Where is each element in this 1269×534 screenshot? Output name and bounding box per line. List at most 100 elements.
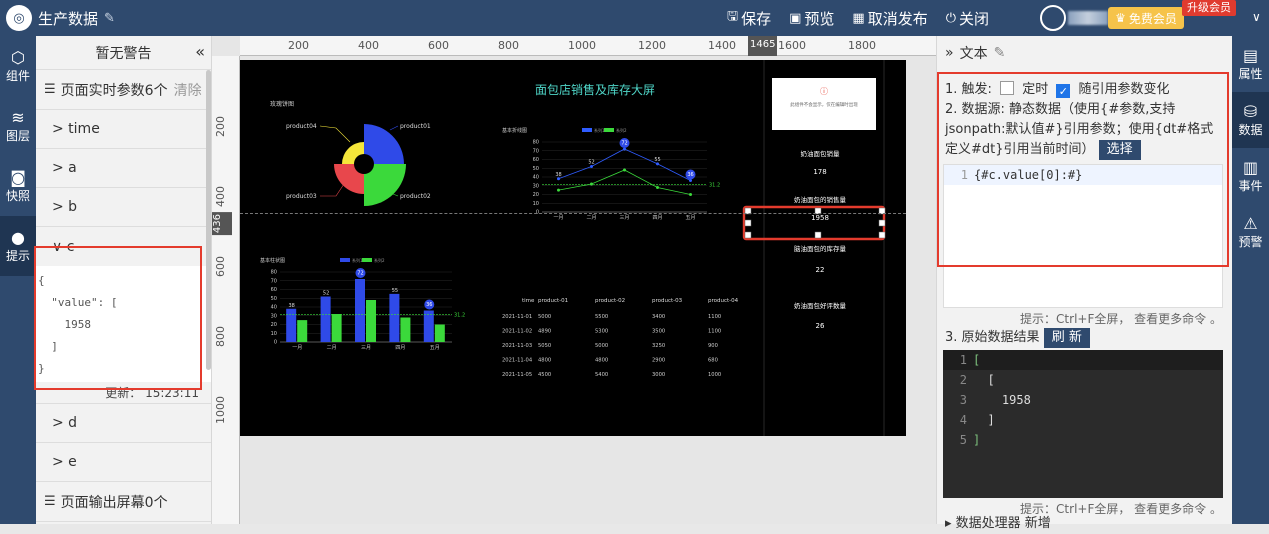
table-cell: 1100 xyxy=(708,314,721,320)
result-row: 3. 原始数据结果 刷 新 xyxy=(937,328,1098,348)
bar xyxy=(331,314,342,342)
output-section[interactable]: ☰ 页面输出屏幕0个 xyxy=(36,482,211,522)
design-stage[interactable]: 面包店销售及库存大屏 玫瑰饼图 product01 product02 product0… xyxy=(240,60,906,436)
ruler-top-label: 1400 xyxy=(708,39,736,52)
param-item[interactable]: > time xyxy=(36,110,211,149)
table-cell: 680 xyxy=(708,358,718,364)
realtime-params-label: 页面实时参数6个 xyxy=(60,82,168,99)
data-label: 38 xyxy=(289,303,295,309)
table-cell: 5400 xyxy=(595,372,608,378)
table-header: product-02 xyxy=(595,298,625,304)
legend-swatch xyxy=(582,128,592,132)
param-item[interactable]: > e xyxy=(36,443,211,482)
toolbar-button-1[interactable]: ▣ 预览 xyxy=(789,8,834,29)
left-rail-item-0[interactable]: ⬡ 组件 xyxy=(0,36,36,96)
timer-checkbox[interactable] xyxy=(1000,81,1015,95)
ruler-top-label: 600 xyxy=(428,39,449,52)
toolbar-button-2[interactable]: ▦ 取消发布 xyxy=(852,8,927,29)
select-button[interactable]: 选择 xyxy=(1098,140,1141,160)
right-rail: ▤ 属性 ⛁ 数据 ▥ 事件 ⚠ 预警 xyxy=(1232,36,1269,524)
realtime-params-section[interactable]: ☰ 页面实时参数6个 清除 xyxy=(36,70,211,110)
result-line: 4 ] xyxy=(943,410,1223,430)
toolbar-button-3[interactable]: ⏻ 关闭 xyxy=(946,8,989,29)
clear-button[interactable]: 清除 xyxy=(174,80,202,100)
param-item[interactable]: > a xyxy=(36,149,211,188)
table-cell: 4800 xyxy=(538,358,551,364)
result-text: 1958 xyxy=(973,393,1031,407)
refresh-button[interactable]: 刷 新 xyxy=(1043,328,1090,348)
pie-label: product03 xyxy=(286,193,317,200)
result-label: 3. 原始数据结果 xyxy=(945,330,1040,345)
stage-graphics[interactable]: 面包店销售及库存大屏玫瑰饼图 product01 product02 product0… xyxy=(240,60,906,436)
right-rail-item-0[interactable]: ▤ 属性 xyxy=(1232,36,1269,92)
line-number: 3 xyxy=(959,393,967,407)
right-rail-item-2[interactable]: ▥ 事件 xyxy=(1232,148,1269,204)
rail-icon: ▤ xyxy=(1242,45,1259,65)
save-icon: 🖫 xyxy=(727,9,739,24)
ruler-top-label: 1200 xyxy=(638,39,666,52)
bar xyxy=(354,279,365,342)
pie-label: product04 xyxy=(286,123,317,130)
param-item[interactable]: > d xyxy=(36,404,211,443)
warning-label: 暂无警告 xyxy=(95,45,152,62)
member-button[interactable]: ♛ 免费会员 xyxy=(1108,7,1184,29)
pie-label: product02 xyxy=(400,193,431,200)
processor-row[interactable]: ▸ 数据处理器 新增 xyxy=(937,514,1059,534)
data-label: 55 xyxy=(654,157,660,163)
legend-label: 系列1 xyxy=(352,257,363,263)
power-icon: ⏻ xyxy=(945,10,957,26)
param-item[interactable]: > b xyxy=(36,188,211,227)
left-rail-item-2[interactable]: ◙ 快照 xyxy=(0,156,36,216)
kpi-value: 22 xyxy=(816,266,825,274)
collapse-icon[interactable]: « xyxy=(195,42,205,61)
user-avatar-icon[interactable] xyxy=(1040,5,1066,31)
bar xyxy=(423,310,434,342)
param-c-json: { "value": [ 1958 ] } xyxy=(36,266,211,382)
chevron-down-icon[interactable]: ∨ xyxy=(1252,10,1261,24)
ruler-top-label: 800 xyxy=(498,39,519,52)
code-text: {#c.value[0]:#} xyxy=(974,168,1083,182)
toolbar-button-0[interactable]: 🖫 保存 xyxy=(727,7,771,29)
edit-icon[interactable]: ✎ xyxy=(994,45,1006,61)
result-text: [ xyxy=(973,373,995,387)
param-item-c[interactable]: ∨ c xyxy=(36,227,211,266)
canvas-area: 200 400 600 800 1000 1200 1400 1600 1800 1465 200… xyxy=(212,36,936,524)
notice-text: 此组件不会显示，仅在编辑时出现 xyxy=(790,101,858,108)
table-header: product-04 xyxy=(708,298,739,304)
right-rail-item-3[interactable]: ⚠ 预警 xyxy=(1232,204,1269,260)
left-rail-item-1[interactable]: ≋ 图层 xyxy=(0,96,36,156)
pie-leader-line xyxy=(320,183,345,197)
toolbar-label: 关闭 xyxy=(959,9,990,28)
edit-title-icon[interactable]: ✎ xyxy=(104,11,115,26)
bar xyxy=(297,320,308,342)
follow-checkbox[interactable]: ✓ xyxy=(1056,84,1071,98)
line-number: 1 xyxy=(960,168,968,182)
bar xyxy=(286,308,297,342)
result-line: 2 [ xyxy=(943,370,1223,390)
data-label: 38 xyxy=(555,172,561,178)
table-cell: 4890 xyxy=(538,329,551,335)
y-tick-label: 10 xyxy=(271,331,277,337)
bar xyxy=(389,293,400,342)
legend-label: 系列1 xyxy=(594,127,605,133)
left-scrollbar[interactable] xyxy=(206,70,211,370)
right-rail-item-1[interactable]: ⛁ 数据 xyxy=(1232,92,1269,148)
rail-icon: ⬡ xyxy=(11,47,25,67)
rail-label: 快照 xyxy=(5,188,30,203)
y-tick-label: 80 xyxy=(533,140,539,146)
result-line: 3 1958 xyxy=(943,390,1223,410)
legend-swatch xyxy=(340,258,350,262)
toolbar-label: 保存 xyxy=(741,9,772,28)
x-tick-label: 二月 xyxy=(327,345,337,351)
source-code-editor[interactable]: 1 {#c.value[0]:#} xyxy=(943,164,1223,308)
series-point xyxy=(623,168,626,172)
result-viewer[interactable]: 1[2 [3 1958 4 ] 5] xyxy=(943,350,1223,498)
chart-title: 基本折线图 xyxy=(502,127,527,134)
upgrade-badge[interactable]: 升级会员 xyxy=(1182,0,1236,16)
table-cell: 1100 xyxy=(708,329,721,335)
member-label: 免费会员 xyxy=(1128,11,1177,26)
left-rail-item-3[interactable]: ● 提示 xyxy=(0,216,36,276)
expand-icon[interactable]: » xyxy=(945,45,954,61)
page-title: 生产数据 xyxy=(38,9,99,28)
trigger-label: 1. 触发: xyxy=(945,82,992,97)
